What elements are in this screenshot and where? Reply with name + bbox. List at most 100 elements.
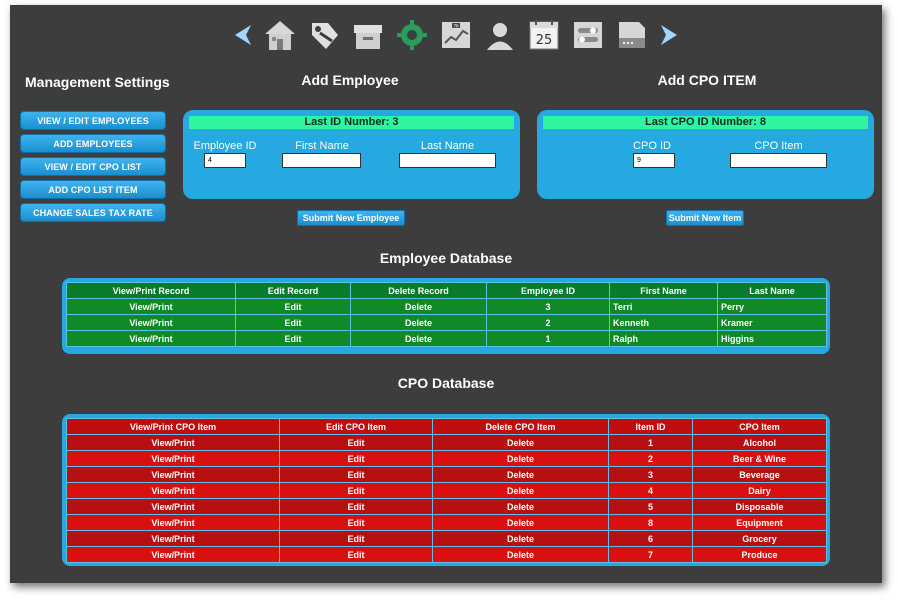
header-cpo-item: CPO Item bbox=[692, 418, 827, 435]
view-print-link[interactable]: View/Print bbox=[66, 450, 280, 467]
header-employee-id: Employee ID bbox=[486, 282, 610, 299]
edit-link[interactable]: Edit bbox=[279, 450, 433, 467]
employee-id-cell: 2 bbox=[486, 314, 610, 331]
table-row: View/Print Edit Delete 5 Disposable bbox=[66, 498, 827, 515]
view-print-link[interactable]: View/Print bbox=[66, 498, 280, 515]
view-edit-employees-button[interactable]: VIEW / EDIT EMPLOYEES bbox=[20, 111, 166, 130]
first-name-input[interactable] bbox=[282, 153, 361, 168]
item-id-cell: 8 bbox=[608, 514, 693, 531]
settings-toggle-icon[interactable] bbox=[570, 17, 606, 53]
delete-link[interactable]: Delete bbox=[432, 546, 609, 563]
view-print-link[interactable]: View/Print bbox=[66, 298, 236, 315]
table-row: View/Print Edit Delete 2 Beer & Wine bbox=[66, 450, 827, 467]
last-name-label: Last Name bbox=[420, 140, 475, 152]
calendar-icon[interactable]: 25 bbox=[526, 17, 562, 53]
employee-id-cell: 3 bbox=[486, 298, 610, 315]
employee-id-cell: 1 bbox=[486, 330, 610, 347]
document-icon[interactable] bbox=[614, 17, 650, 53]
edit-link[interactable]: Edit bbox=[279, 530, 433, 547]
submit-new-employee-button[interactable]: Submit New Employee bbox=[297, 210, 405, 226]
last-cpo-id-number: Last CPO ID Number: 8 bbox=[543, 116, 868, 129]
edit-link[interactable]: Edit bbox=[235, 314, 351, 331]
delete-link[interactable]: Delete bbox=[350, 314, 487, 331]
cpo-item-cell: Alcohol bbox=[692, 434, 827, 451]
delete-link[interactable]: Delete bbox=[432, 514, 609, 531]
first-name-label: First Name bbox=[295, 140, 349, 152]
box-icon[interactable] bbox=[350, 17, 386, 53]
view-print-link[interactable]: View/Print bbox=[66, 466, 280, 483]
table-row: View/Print Edit Delete 3 Terri Perry bbox=[66, 298, 827, 315]
first-name-cell: Kenneth bbox=[609, 314, 718, 331]
delete-link[interactable]: Delete bbox=[432, 434, 609, 451]
last-name-cell: Perry bbox=[717, 298, 827, 315]
header-delete-record: Delete Record bbox=[350, 282, 487, 299]
cpo-id-input[interactable] bbox=[633, 153, 675, 168]
delete-link[interactable]: Delete bbox=[432, 466, 609, 483]
add-cpo-list-item-button[interactable]: ADD CPO LIST ITEM bbox=[20, 180, 166, 199]
header-view-print-record: View/Print Record bbox=[66, 282, 236, 299]
header-view-print-cpo-item: View/Print CPO Item bbox=[66, 418, 280, 435]
header-edit-record: Edit Record bbox=[235, 282, 351, 299]
view-print-link[interactable]: View/Print bbox=[66, 482, 280, 499]
employee-database-table-wrap: View/Print Record Edit Record Delete Rec… bbox=[62, 278, 830, 354]
delete-link[interactable]: Delete bbox=[350, 298, 487, 315]
forward-arrow-icon[interactable] bbox=[658, 18, 680, 52]
employee-id-input[interactable] bbox=[204, 153, 246, 168]
edit-link[interactable]: Edit bbox=[235, 298, 351, 315]
employee-database-table: View/Print Record Edit Record Delete Rec… bbox=[66, 282, 827, 347]
employee-id-label: Employee ID bbox=[193, 140, 257, 152]
first-name-cell: Terri bbox=[609, 298, 718, 315]
chart-mini-label: 76 bbox=[453, 24, 459, 29]
delete-link[interactable]: Delete bbox=[350, 330, 487, 347]
view-print-link[interactable]: View/Print bbox=[66, 514, 280, 531]
cpo-item-cell: Produce bbox=[692, 546, 827, 563]
change-sales-tax-rate-button[interactable]: CHANGE SALES TAX RATE bbox=[20, 203, 166, 222]
add-employee-panel: Last ID Number: 3 Employee ID First Name… bbox=[183, 110, 520, 199]
edit-link[interactable]: Edit bbox=[279, 434, 433, 451]
header-delete-cpo-item: Delete CPO Item bbox=[432, 418, 609, 435]
gear-icon[interactable] bbox=[394, 17, 430, 53]
edit-link[interactable]: Edit bbox=[279, 546, 433, 563]
submit-new-item-button[interactable]: Submit New Item bbox=[666, 210, 744, 226]
cpo-item-cell: Beer & Wine bbox=[692, 450, 827, 467]
edit-link[interactable]: Edit bbox=[279, 482, 433, 499]
person-icon[interactable] bbox=[482, 17, 518, 53]
header-last-name: Last Name bbox=[717, 282, 827, 299]
chart-icon[interactable]: 76 bbox=[438, 17, 474, 53]
item-id-cell: 1 bbox=[608, 434, 693, 451]
view-print-link[interactable]: View/Print bbox=[66, 314, 236, 331]
edit-link[interactable]: Edit bbox=[235, 330, 351, 347]
last-name-input[interactable] bbox=[399, 153, 496, 168]
view-print-link[interactable]: View/Print bbox=[66, 434, 280, 451]
edit-link[interactable]: Edit bbox=[279, 498, 433, 515]
view-edit-cpo-list-button[interactable]: VIEW / EDIT CPO LIST bbox=[20, 157, 166, 176]
delete-link[interactable]: Delete bbox=[432, 450, 609, 467]
last-name-cell: Higgins bbox=[717, 330, 827, 347]
item-id-cell: 6 bbox=[608, 530, 693, 547]
table-row: View/Print Edit Delete 7 Produce bbox=[66, 546, 827, 563]
view-print-link[interactable]: View/Print bbox=[66, 330, 236, 347]
back-arrow-icon[interactable] bbox=[232, 18, 254, 52]
employee-database-title: Employee Database bbox=[379, 250, 513, 266]
cpo-item-input[interactable] bbox=[730, 153, 827, 168]
cpo-item-cell: Dairy bbox=[692, 482, 827, 499]
item-id-cell: 2 bbox=[608, 450, 693, 467]
tag-icon[interactable] bbox=[306, 17, 342, 53]
table-row: View/Print Edit Delete 3 Beverage bbox=[66, 466, 827, 483]
last-name-cell: Kramer bbox=[717, 314, 827, 331]
header-edit-cpo-item: Edit CPO Item bbox=[279, 418, 433, 435]
home-icon[interactable] bbox=[262, 17, 298, 53]
header-first-name: First Name bbox=[609, 282, 718, 299]
table-row: View/Print Edit Delete 2 Kenneth Kramer bbox=[66, 314, 827, 331]
add-employees-button[interactable]: ADD EMPLOYEES bbox=[20, 134, 166, 153]
delete-link[interactable]: Delete bbox=[432, 482, 609, 499]
view-print-link[interactable]: View/Print bbox=[66, 530, 280, 547]
table-row: View/Print Edit Delete 6 Grocery bbox=[66, 530, 827, 547]
cpo-item-cell: Beverage bbox=[692, 466, 827, 483]
delete-link[interactable]: Delete bbox=[432, 530, 609, 547]
view-print-link[interactable]: View/Print bbox=[66, 546, 280, 563]
delete-link[interactable]: Delete bbox=[432, 498, 609, 515]
edit-link[interactable]: Edit bbox=[279, 514, 433, 531]
edit-link[interactable]: Edit bbox=[279, 466, 433, 483]
item-id-cell: 7 bbox=[608, 546, 693, 563]
